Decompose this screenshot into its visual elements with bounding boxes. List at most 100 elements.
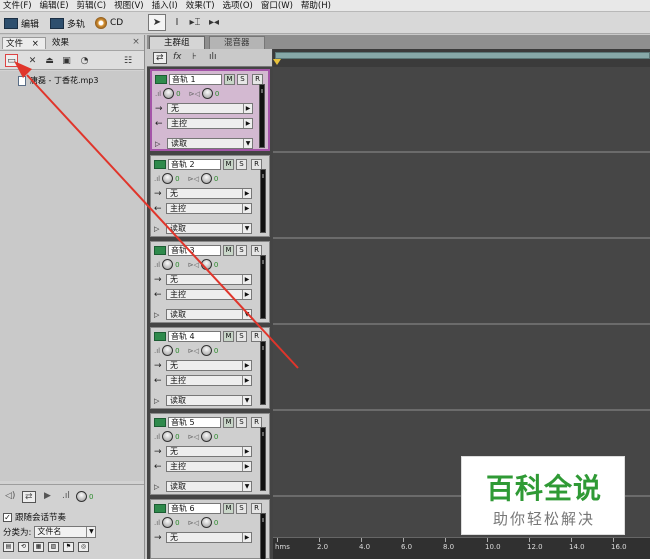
mute-button[interactable]: M [223,331,234,342]
hybrid-tool-button[interactable]: ▸⌶ [186,14,204,31]
tab-main-group[interactable]: 主群组 [149,36,205,49]
tab-files[interactable]: 文件 × [2,37,46,49]
track-name-field[interactable]: 音轨 4 [168,331,221,342]
input-select[interactable]: 无 ▶ [166,532,252,543]
pan-knob[interactable] [201,88,213,99]
filter-midi-icon[interactable]: ▦ [33,542,44,552]
play-button[interactable]: ▶ [44,491,51,501]
autoplay-button[interactable]: ◔ [78,54,91,67]
automation-select[interactable]: 读取 ▼ [166,309,252,320]
output-select[interactable]: 主控 ▶ [166,203,252,214]
menu-help[interactable]: 帮助(H) [298,0,336,11]
tab-files-close-icon[interactable]: × [32,39,39,49]
menu-edit[interactable]: 编辑(E) [37,0,74,11]
menu-view[interactable]: 视图(V) [111,0,148,11]
file-item[interactable]: 唐磊 - 丁香花.mp3 [18,75,98,86]
output-select[interactable]: 主控 ▶ [166,461,252,472]
edit-file-button[interactable]: ▣ [60,54,73,67]
menu-clip[interactable]: 剪辑(C) [74,0,112,11]
track-header[interactable]: 音轨 2 M S R .ıl 0 ⊳◁ 0 → 无 ▶ ← 主控 ▶ ▷ 读取 ▼ [150,155,270,237]
volume-knob[interactable] [162,345,174,356]
time-selection-tool-button[interactable]: I [168,14,186,31]
input-select[interactable]: 无 ▶ [166,360,252,371]
mute-button[interactable]: M [223,245,234,256]
output-select[interactable]: 主控 ▶ [166,375,252,386]
menu-effects[interactable]: 效果(T) [183,0,220,11]
playhead-marker-icon[interactable] [273,59,281,65]
tab-mixer[interactable]: 混音器 [209,36,265,49]
track-name-field[interactable]: 音轨 3 [168,245,221,256]
filter-cd-icon[interactable]: ◎ [78,542,89,552]
mute-button[interactable]: M [223,417,234,428]
panel-close-icon[interactable]: × [131,37,141,47]
zoom-navigator-bar[interactable] [275,52,650,59]
automation-select[interactable]: 读取 ▼ [166,481,252,492]
volume-knob[interactable] [162,259,174,270]
filter-loop-icon[interactable]: ⟲ [18,542,29,552]
sort-select[interactable]: 文件名 ▼ [34,526,97,538]
volume-knob[interactable] [162,431,174,442]
menu-file[interactable]: 文件(F) [0,0,37,11]
menu-options[interactable]: 选项(O) [220,0,258,11]
output-select[interactable]: 主控 ▶ [166,289,252,300]
eq-toggle-button[interactable]: ılı [209,52,217,62]
multitrack-view-button[interactable]: 多轨 [50,15,85,31]
panel-options-button[interactable]: ☷ [120,54,136,67]
edit-view-button[interactable]: 编辑 [4,15,39,31]
pan-knob[interactable] [200,345,212,356]
pan-knob[interactable] [200,517,212,528]
io-toggle-button[interactable]: ⇄ [153,52,167,64]
solo-button[interactable]: S [236,245,247,256]
input-select[interactable]: 无 ▶ [166,274,252,285]
solo-button[interactable]: S [236,331,247,342]
expand-triangle-icon[interactable]: ▷ [154,483,166,491]
mute-button[interactable]: M [223,503,234,514]
input-select[interactable]: 无 ▶ [166,188,252,199]
follow-tempo-checkbox[interactable]: ✓ [3,512,12,522]
scrub-tool-button[interactable]: ▸◂ [205,14,223,31]
loop-button[interactable]: ⇄ [22,491,36,503]
import-file-button[interactable]: ▭ [5,54,18,67]
track-header[interactable]: 音轨 5 M S R .ıl 0 ⊳◁ 0 → 无 ▶ ← 主控 ▶ ▷ 读取 ▼ [150,413,270,495]
volume-knob[interactable] [162,517,174,528]
expand-triangle-icon[interactable]: ▷ [154,225,166,233]
input-select[interactable]: 无 ▶ [166,446,252,457]
volume-knob[interactable] [162,173,174,184]
solo-button[interactable]: S [237,74,248,85]
pan-knob[interactable] [200,173,212,184]
overview-ruler[interactable] [273,49,650,67]
cd-view-button[interactable]: CD [95,15,123,31]
track-header[interactable]: 音轨 1 M S R .ıl 0 ⊳◁ 0 → 无 ▶ ← 主控 ▶ ▷ 读取 ▼ [150,69,270,151]
expand-triangle-icon[interactable]: ▷ [155,140,167,148]
automation-select[interactable]: 读取 ▼ [167,138,253,149]
mute-button[interactable]: M [224,74,235,85]
track-header[interactable]: 音轨 3 M S R .ıl 0 ⊳◁ 0 → 无 ▶ ← 主控 ▶ ▷ 读取 ▼ [150,241,270,323]
automation-select[interactable]: 读取 ▼ [166,395,252,406]
automation-select[interactable]: 读取 ▼ [166,223,252,234]
move-tool-button[interactable]: ➤ [148,14,166,31]
solo-button[interactable]: S [236,503,247,514]
solo-button[interactable]: S [236,417,247,428]
time-ruler[interactable]: hms 2.0 4.0 6.0 8.0 10.0 12.0 14.0 16.0 [273,537,650,559]
filter-audio-icon[interactable]: ▤ [3,542,14,552]
insert-multitrack-button[interactable]: ⏏ [43,54,56,67]
track-name-field[interactable]: 音轨 1 [169,74,222,85]
expand-triangle-icon[interactable]: ▷ [154,311,166,319]
track-name-field[interactable]: 音轨 6 [168,503,221,514]
pan-knob[interactable] [200,431,212,442]
filter-video-icon[interactable]: ▨ [48,542,59,552]
close-file-button[interactable]: ✕ [26,54,39,67]
speaker-icon[interactable]: ◁) [5,491,15,501]
track-name-field[interactable]: 音轨 2 [168,159,221,170]
fx-toggle-button[interactable]: fx [173,52,182,62]
filter-marker-icon[interactable]: ⚑ [63,542,74,552]
mute-button[interactable]: M [223,159,234,170]
tab-effects[interactable]: 效果 [49,37,81,49]
output-select[interactable]: 主控 ▶ [167,118,253,129]
track-header[interactable]: 音轨 6 M S R .ıl 0 ⊳◁ 0 → 无 ▶ [150,499,270,559]
pan-knob[interactable] [200,259,212,270]
input-select[interactable]: 无 ▶ [167,103,253,114]
expand-triangle-icon[interactable]: ▷ [154,397,166,405]
preview-volume-knob[interactable]: 0 [76,491,101,502]
track-header[interactable]: 音轨 4 M S R .ıl 0 ⊳◁ 0 → 无 ▶ ← 主控 ▶ ▷ 读取 ▼ [150,327,270,409]
